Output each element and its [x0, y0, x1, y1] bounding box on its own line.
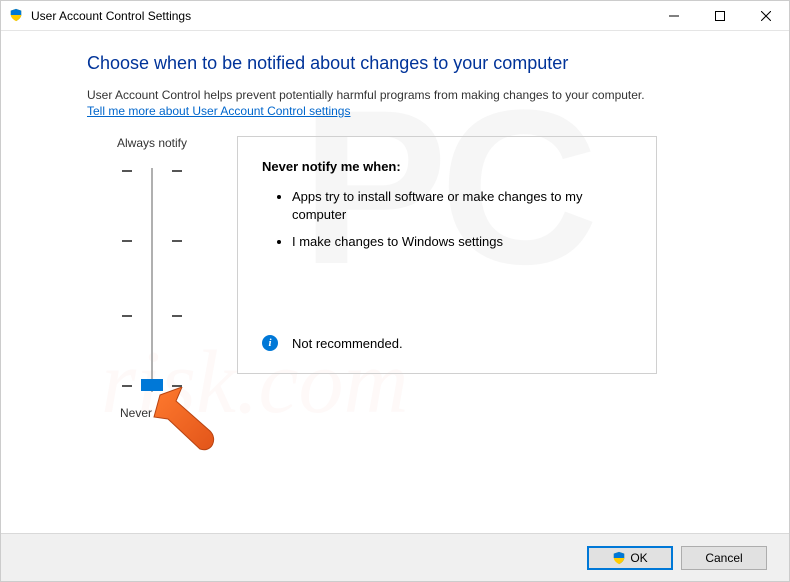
- slider-tick: [122, 315, 182, 317]
- description-list: Apps try to install software or make cha…: [262, 188, 632, 251]
- shield-icon: [9, 8, 25, 24]
- footer: OK Cancel: [1, 533, 789, 581]
- close-button[interactable]: [743, 1, 789, 30]
- content-area: Choose when to be notified about changes…: [1, 31, 789, 420]
- slider-column: Always notify Never notify: [87, 136, 217, 420]
- window-controls: [651, 1, 789, 30]
- maximize-button[interactable]: [697, 1, 743, 30]
- slider-top-label: Always notify: [87, 136, 217, 150]
- cancel-button-label: Cancel: [705, 551, 742, 565]
- window-title: User Account Control Settings: [31, 9, 191, 23]
- description-title: Never notify me when:: [262, 159, 632, 174]
- page-subtext: User Account Control helps prevent poten…: [87, 88, 739, 102]
- slider-track: [151, 168, 153, 392]
- minimize-button[interactable]: [651, 1, 697, 30]
- slider-tick: [122, 170, 182, 172]
- ok-button-label: OK: [630, 551, 647, 565]
- shield-icon: [612, 551, 626, 565]
- cancel-button[interactable]: Cancel: [681, 546, 767, 570]
- page-heading: Choose when to be notified about changes…: [87, 53, 739, 74]
- slider-tick: [122, 240, 182, 242]
- uac-settings-window: User Account Control Settings PC risk.co…: [0, 0, 790, 582]
- titlebar[interactable]: User Account Control Settings: [1, 1, 789, 31]
- description-bullet: Apps try to install software or make cha…: [292, 188, 632, 223]
- uac-slider[interactable]: [122, 160, 182, 400]
- learn-more-link[interactable]: Tell me more about User Account Control …: [87, 104, 350, 118]
- slider-thumb[interactable]: [141, 379, 163, 391]
- slider-bottom-label: Never notify: [87, 406, 217, 420]
- main-area: Always notify Never notify Never notify …: [87, 136, 739, 420]
- description-bullet: I make changes to Windows settings: [292, 233, 632, 251]
- recommendation-row: i Not recommended.: [262, 335, 403, 351]
- info-icon: i: [262, 335, 278, 351]
- ok-button[interactable]: OK: [587, 546, 673, 570]
- description-box: Never notify me when: Apps try to instal…: [237, 136, 657, 374]
- recommendation-text: Not recommended.: [292, 336, 403, 351]
